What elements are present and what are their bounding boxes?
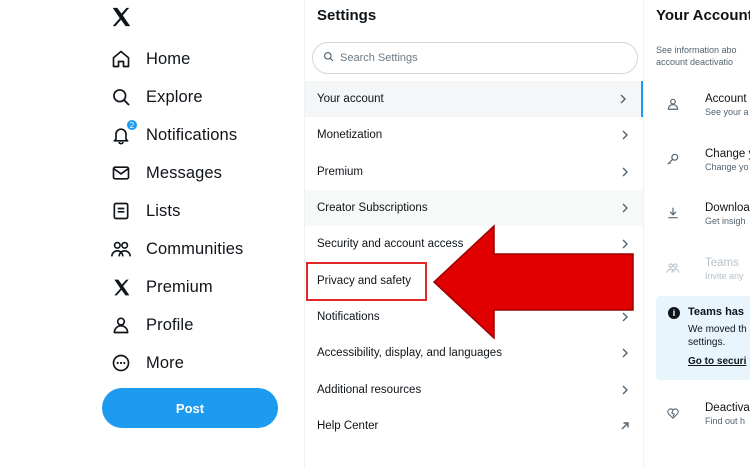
bell-icon: 2	[110, 119, 138, 146]
nav-item-premium[interactable]: Premium	[110, 272, 213, 302]
settings-title: Settings	[317, 7, 377, 24]
nav-item-label: More	[146, 353, 184, 372]
nav-item-communities[interactable]: Communities	[110, 234, 243, 264]
nav-item-label: Lists	[146, 201, 181, 220]
deactivate-account-item[interactable]: Deactiva Find out h	[644, 402, 750, 442]
menu-label: Notifications	[317, 310, 380, 323]
menu-label: Additional resources	[317, 383, 422, 396]
nav-item-lists[interactable]: Lists	[110, 196, 180, 226]
nav-item-profile[interactable]: Profile	[110, 310, 193, 340]
account-info-item[interactable]: Account See your a	[644, 93, 750, 133]
menu-label: Monetization	[317, 129, 383, 142]
broken-heart-icon	[666, 406, 680, 420]
notification-count-badge: 2	[126, 119, 138, 131]
teams-item: Teams Invite any	[644, 257, 750, 297]
search-icon	[110, 86, 132, 108]
account-panel-title: Your Account	[656, 7, 750, 24]
menu-your-account[interactable]: Your account	[305, 81, 643, 118]
nav-item-label: Communities	[146, 239, 244, 258]
download-archive-item[interactable]: Downloa Get insigh	[644, 202, 750, 242]
menu-premium[interactable]: Premium	[305, 154, 643, 190]
chevron-right-icon	[617, 93, 629, 105]
menu-accessibility-display-languages[interactable]: Accessibility, display, and languages	[305, 335, 643, 371]
people-icon	[666, 261, 680, 275]
person-icon	[110, 314, 132, 336]
account-panel-description: See information abo account deactivatio	[656, 45, 737, 67]
chevron-right-icon	[619, 275, 631, 287]
list-icon	[110, 200, 132, 222]
search-settings-input[interactable]	[340, 52, 610, 64]
menu-additional-resources[interactable]: Additional resources	[305, 371, 643, 407]
change-password-item[interactable]: Change y Change yo	[644, 148, 750, 188]
nav-item-label: Notifications	[146, 125, 238, 144]
info-icon: i	[668, 307, 680, 319]
nav-item-label: Profile	[146, 315, 194, 334]
chevron-right-icon	[619, 129, 631, 141]
chevron-right-icon	[619, 384, 631, 396]
search-settings-box[interactable]	[312, 42, 638, 74]
nav-item-home[interactable]: Home	[110, 44, 190, 74]
menu-help-center[interactable]: Help Center	[305, 408, 643, 444]
home-icon	[110, 48, 132, 70]
left-navigation: Home Explore 2 Notifications Messages Li…	[0, 0, 305, 469]
download-icon	[666, 206, 680, 220]
settings-panel: Settings Your account Monetization Premi…	[305, 0, 644, 469]
x-logo-icon[interactable]	[110, 6, 132, 28]
chevron-right-icon	[619, 311, 631, 323]
menu-label: Privacy and safety	[317, 274, 411, 287]
menu-label: Accessibility, display, and languages	[317, 347, 502, 360]
more-circle-icon	[110, 352, 132, 374]
nav-item-explore[interactable]: Explore	[110, 82, 203, 112]
nav-item-messages[interactable]: Messages	[110, 158, 222, 188]
menu-security-and-account-access[interactable]: Security and account access	[305, 226, 643, 262]
external-link-icon	[619, 420, 631, 432]
chevron-right-icon	[619, 166, 631, 178]
people-icon	[110, 238, 132, 260]
your-account-panel: Your Account See information abo account…	[644, 0, 750, 469]
menu-privacy-and-safety[interactable]: Privacy and safety	[305, 262, 643, 298]
search-icon	[323, 49, 334, 67]
menu-label: Your account	[317, 93, 384, 106]
person-icon	[666, 97, 680, 111]
nav-item-label: Messages	[146, 163, 223, 182]
x-logo-icon	[110, 276, 132, 298]
chevron-right-icon	[619, 238, 631, 250]
chevron-right-icon	[619, 202, 631, 214]
key-icon	[666, 152, 680, 166]
menu-label: Premium	[317, 165, 364, 178]
go-to-security-link[interactable]: Go to securi	[688, 356, 746, 367]
nav-item-notifications[interactable]: 2 Notifications	[110, 119, 238, 150]
menu-creator-subscriptions[interactable]: Creator Subscriptions	[305, 189, 643, 227]
nav-item-label: Home	[146, 49, 191, 68]
post-button[interactable]: Post	[102, 388, 278, 428]
menu-notifications[interactable]: Notifications	[305, 299, 643, 335]
menu-label: Security and account access	[317, 238, 464, 251]
teams-moved-notice: i Teams has We moved th settings. Go to …	[656, 296, 750, 380]
chevron-right-icon	[619, 347, 631, 359]
envelope-icon	[110, 162, 132, 184]
settings-menu: Your account Monetization Premium Creato…	[305, 81, 643, 444]
nav-item-label: Premium	[146, 277, 213, 296]
nav-item-more[interactable]: More	[110, 348, 184, 378]
menu-label: Help Center	[317, 419, 379, 432]
menu-label: Creator Subscriptions	[317, 202, 428, 215]
menu-monetization[interactable]: Monetization	[305, 117, 643, 153]
nav-item-label: Explore	[146, 87, 203, 106]
